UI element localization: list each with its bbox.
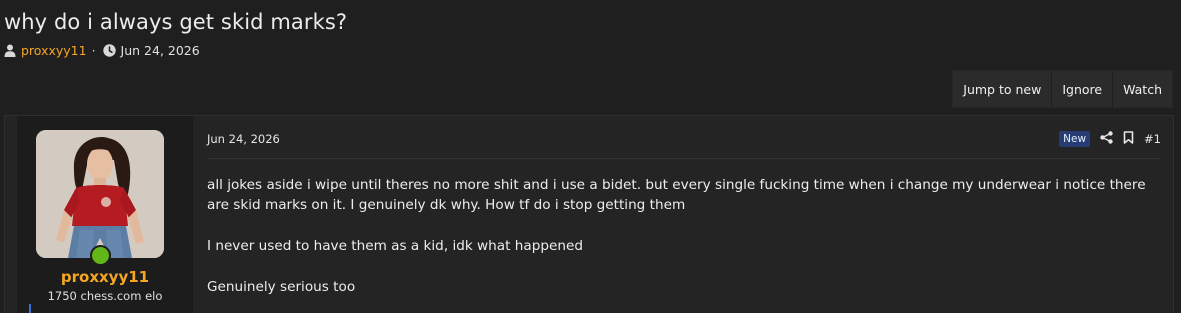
post-paragraph: Genuinely serious too [207,279,356,295]
post-paragraph: I never used to have them as a kid, idk … [207,238,583,254]
user-icon [4,44,16,57]
thread-author-link[interactable]: proxxyy11 [21,43,87,58]
share-icon[interactable] [1100,129,1113,148]
post-date[interactable]: Jun 24, 2026 [207,132,280,146]
thread-action-bar: Jump to new Ignore Watch [952,70,1173,108]
post-paragraph: all jokes aside i wipe until theres no m… [207,177,1146,213]
online-status-indicator [90,245,111,266]
user-title: 1750 chess.com elo [47,289,163,303]
jump-to-new-button[interactable]: Jump to new [953,71,1051,107]
post-tools: New #1 [1059,129,1161,148]
post-user-panel: proxxyy11 1750 chess.com elo [17,116,193,313]
ignore-button[interactable]: Ignore [1051,71,1112,107]
user-banner-strip [29,304,31,313]
watch-button[interactable]: Watch [1112,71,1172,107]
thread-start-date[interactable]: Jun 24, 2026 [121,43,200,58]
avatar-image [36,130,164,258]
thread-meta: proxxyy11 · Jun 24, 2026 [4,43,200,58]
post-body: all jokes aside i wipe until theres no m… [207,175,1157,313]
post-number-link[interactable]: #1 [1144,132,1161,146]
thread-title: why do i always get skid marks? [4,10,348,34]
thread-page: why do i always get skid marks? proxxyy1… [0,0,1181,313]
post-header-divider [207,158,1161,159]
avatar[interactable] [36,130,164,258]
post-username[interactable]: proxxyy11 [17,268,193,286]
post-main: Jun 24, 2026 New #1 all jokes aside i wi… [195,116,1173,313]
clock-icon [102,44,116,57]
bookmark-icon[interactable] [1123,129,1134,148]
meta-separator: · [91,43,96,58]
new-badge: New [1059,130,1091,147]
post: proxxyy11 1750 chess.com elo Jun 24, 202… [4,115,1174,313]
